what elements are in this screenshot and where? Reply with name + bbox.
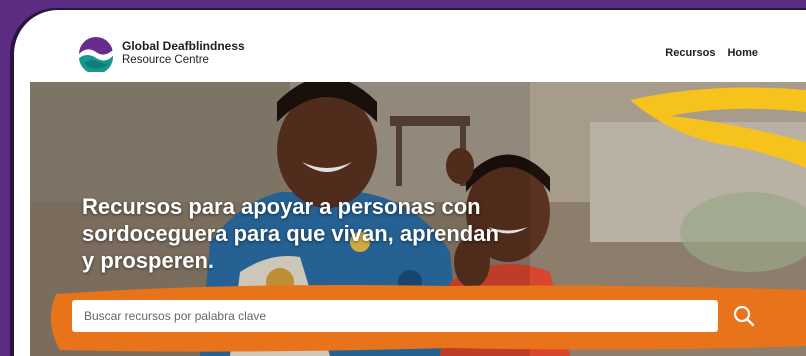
logo-icon[interactable] <box>78 36 114 72</box>
browser-window: Global Deafblindness Resource Centre Rec… <box>30 26 806 356</box>
brand-subtitle: Resource Centre <box>122 54 209 66</box>
main-nav: Recursos Home <box>665 47 758 59</box>
site-header: Global Deafblindness Resource Centre Rec… <box>30 26 806 82</box>
hero-title: Recursos para apoyar a personas con sord… <box>82 193 499 273</box>
search-input[interactable] <box>72 300 718 332</box>
search-button[interactable] <box>724 298 764 334</box>
nav-link-recursos[interactable]: Recursos <box>665 47 715 59</box>
brand-name: Global Deafblindness <box>122 39 245 53</box>
device-frame: Global Deafblindness Resource Centre Rec… <box>14 10 806 356</box>
search-icon <box>733 305 755 327</box>
nav-link-home[interactable]: Home <box>727 47 758 59</box>
